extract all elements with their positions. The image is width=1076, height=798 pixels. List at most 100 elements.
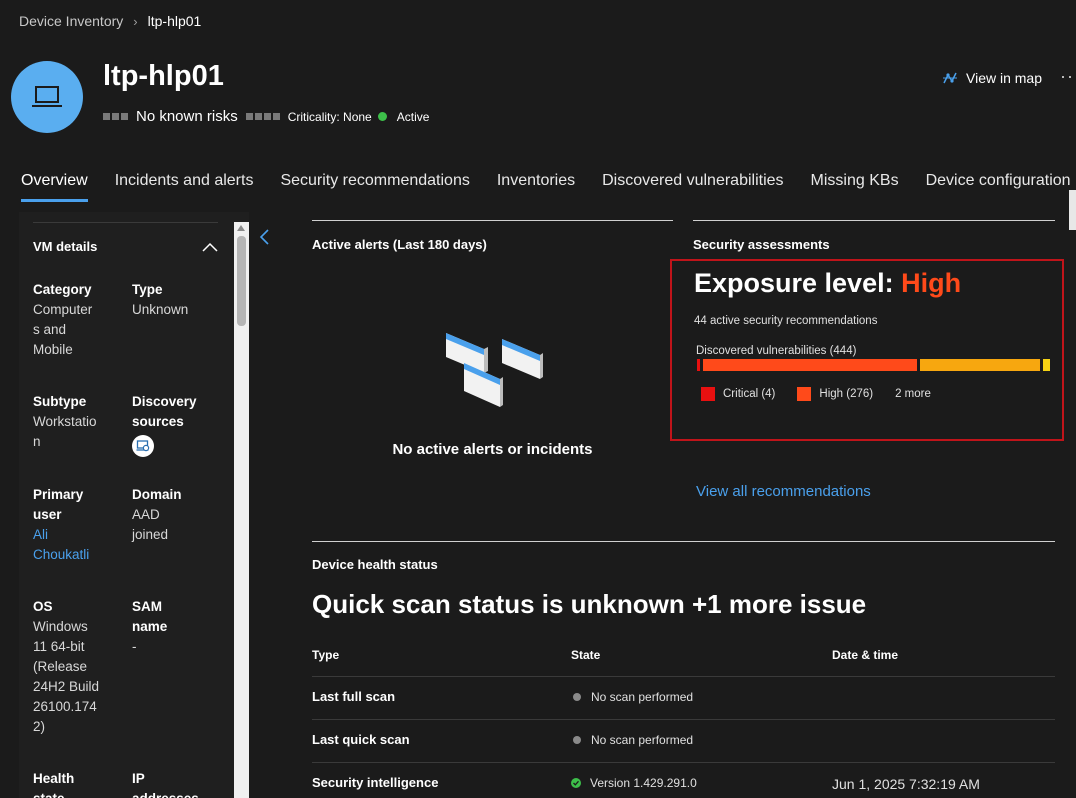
vuln-bar-segment-medium[interactable]	[920, 359, 1040, 371]
subtype-value: Workstatio n	[33, 414, 97, 449]
page-title: ltp-hlp01	[103, 60, 224, 92]
collapse-panel-button[interactable]	[258, 228, 270, 251]
health-divider	[312, 541, 1055, 542]
primary-user-field: Primary user Ali Choukatli	[33, 485, 128, 565]
active-recommendations-text: 44 active security recommendations	[694, 315, 878, 327]
column-header-date: Date & time	[832, 648, 899, 662]
tab-missing-kbs[interactable]: Missing KBs	[811, 172, 899, 202]
legend-critical-swatch	[701, 387, 715, 401]
vm-details-title: VM details	[33, 239, 98, 254]
breadcrumb-parent[interactable]: Device Inventory	[19, 13, 123, 29]
sam-name-label: SAM name	[132, 599, 168, 634]
tab-incidents-and-alerts[interactable]: Incidents and alerts	[115, 172, 254, 202]
vulnerabilities-label: Discovered vulnerabilities (444)	[696, 345, 857, 357]
type-field: Type Unknown	[132, 280, 227, 320]
status-dot-icon	[573, 736, 581, 744]
os-value: Windows 11 64-bit (Release 24H2 Build 26…	[33, 619, 100, 734]
domain-value: AAD joined	[132, 507, 169, 542]
sam-name-field: SAM name -	[132, 597, 227, 657]
status-dot-icon	[573, 693, 581, 701]
type-label: Type	[132, 282, 163, 297]
row-state-quick-scan: No scan performed	[573, 733, 693, 747]
tab-inventories[interactable]: Inventories	[497, 172, 575, 202]
row-state-security-intelligence: Version 1.429.291.0	[571, 776, 697, 790]
scroll-thumb[interactable]	[237, 236, 246, 326]
legend-high-label: High (276)	[819, 388, 874, 400]
discovery-sources-label: Discovery sources	[132, 394, 197, 429]
view-in-map-button[interactable]: View in map	[942, 70, 1042, 86]
row-state-security-intelligence-text: Version 1.429.291.0	[590, 776, 697, 790]
alerts-divider	[312, 220, 673, 221]
row-type-full-scan: Last full scan	[312, 689, 396, 704]
subtype-field: Subtype Workstatio n	[33, 392, 128, 452]
legend-high-swatch	[797, 387, 812, 401]
window-edge-scrollbar[interactable]	[1069, 190, 1076, 230]
tab-device-configuration[interactable]: Device configuration	[926, 172, 1071, 202]
vuln-bar-segment-high[interactable]	[703, 359, 917, 371]
device-summary: No known risks Criticality: None Active	[103, 108, 429, 125]
status-text: Active	[396, 109, 430, 124]
row-state-quick-scan-text: No scan performed	[591, 733, 694, 747]
vm-details-header[interactable]: VM details	[33, 222, 218, 254]
primary-user-label: Primary user	[33, 487, 84, 522]
health-title: Device health status	[312, 557, 438, 572]
row-divider	[312, 676, 1055, 677]
row-type-security-intelligence: Security intelligence	[312, 775, 439, 790]
tab-discovered-vulnerabilities[interactable]: Discovered vulnerabilities	[602, 172, 783, 202]
subtype-label: Subtype	[33, 394, 87, 409]
column-header-type: Type	[312, 648, 340, 662]
chevron-left-icon	[259, 229, 269, 245]
vuln-bar-segment-critical[interactable]	[697, 359, 700, 371]
legend-critical[interactable]: Critical (4)	[701, 387, 775, 401]
legend-high[interactable]: High (276)	[797, 387, 873, 401]
category-value: Computer s and Mobile	[33, 302, 93, 357]
ip-addresses-label: IP addresses	[132, 771, 199, 798]
tab-bar: Overview Incidents and alerts Security r…	[21, 172, 1076, 202]
view-all-recommendations-link[interactable]: View all recommendations	[696, 483, 871, 500]
criticality-text: Criticality: None	[287, 109, 372, 124]
exposure-level-heading: Exposure level: High	[694, 268, 961, 299]
discovery-sources-field: Discovery sources	[132, 392, 227, 459]
vulnerabilities-legend: Critical (4) High (276) 2 more	[701, 387, 953, 401]
vuln-bar-segment-low[interactable]	[1043, 359, 1050, 371]
alerts-title: Active alerts (Last 180 days)	[312, 237, 487, 252]
type-value: Unknown	[132, 302, 189, 317]
exposure-level-value: High	[901, 268, 962, 298]
vulnerabilities-bar[interactable]	[697, 359, 1051, 371]
breadcrumb-current: ltp-hlp01	[147, 13, 202, 29]
risk-level-icon	[103, 113, 128, 120]
map-icon	[943, 72, 957, 84]
row-state-full-scan-text: No scan performed	[591, 690, 694, 704]
health-state-label: Health state	[33, 771, 75, 798]
chevron-up-icon	[202, 242, 218, 252]
domain-label: Domain	[132, 487, 182, 502]
column-header-state: State	[571, 648, 601, 662]
row-divider	[312, 762, 1055, 763]
tab-overview[interactable]: Overview	[21, 172, 88, 202]
device-avatar	[11, 61, 83, 133]
health-headline: Quick scan status is unknown +1 more iss…	[312, 589, 867, 619]
category-label: Category	[33, 282, 92, 297]
category-field: Category Computer s and Mobile	[33, 280, 128, 360]
legend-more-link[interactable]: 2 more	[895, 388, 931, 400]
security-divider	[693, 220, 1055, 221]
discovery-source-icon[interactable]	[132, 435, 154, 457]
primary-user-link[interactable]: Ali Choukatli	[33, 525, 128, 565]
exposure-level-prefix: Exposure level:	[694, 268, 902, 298]
side-panel-scrollbar[interactable]	[234, 222, 249, 798]
view-in-map-label: View in map	[966, 70, 1043, 86]
scroll-up-arrow-icon[interactable]	[237, 225, 245, 231]
row-state-full-scan: No scan performed	[573, 690, 693, 704]
empty-alerts-text: No active alerts or incidents	[392, 441, 593, 458]
laptop-icon	[32, 86, 62, 107]
breadcrumb: Device Inventory › ltp-hlp01	[19, 13, 201, 29]
breadcrumb-separator: ›	[133, 13, 138, 29]
risk-text: No known risks	[136, 108, 238, 125]
os-label: OS	[33, 599, 53, 614]
domain-field: Domain AAD joined	[132, 485, 227, 545]
health-state-field: Health state	[33, 769, 128, 798]
more-options-button[interactable]: ···	[1060, 66, 1076, 87]
tab-security-recommendations[interactable]: Security recommendations	[280, 172, 469, 202]
criticality-level-icon	[245, 113, 280, 120]
check-circle-icon	[571, 778, 581, 788]
